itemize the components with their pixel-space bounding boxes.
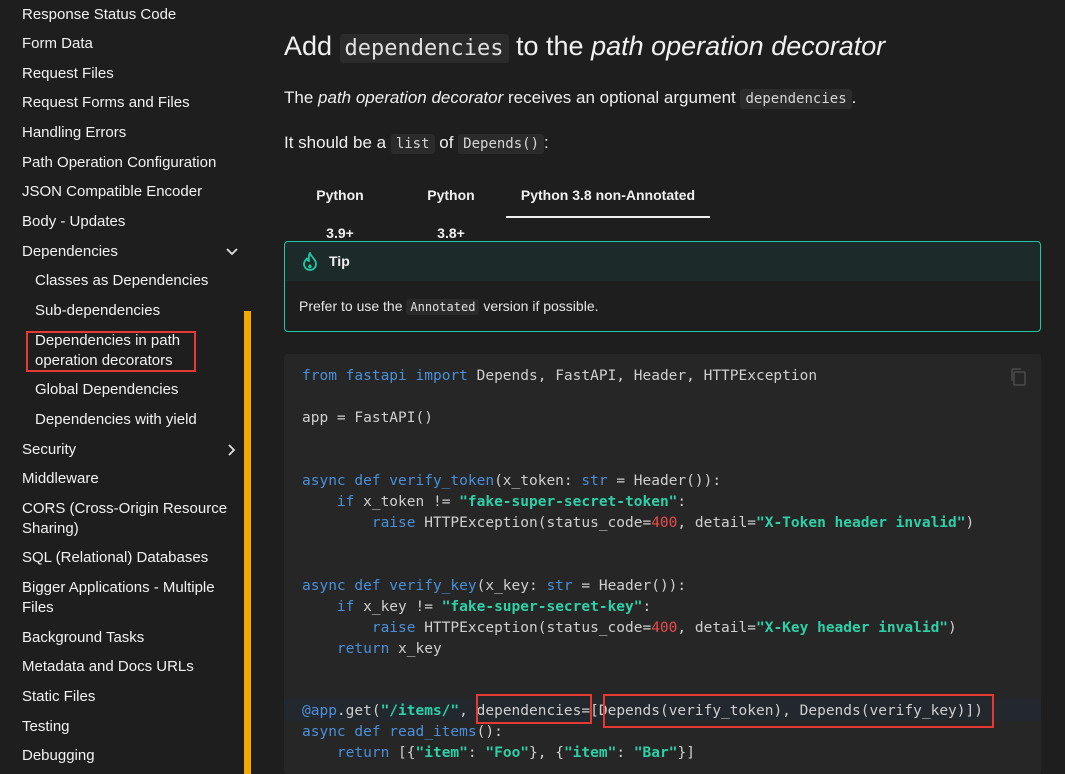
tab-python-3-9[interactable]: Python 3.9+ xyxy=(301,176,379,241)
main-content: Add dependencies to the path operation d… xyxy=(284,0,1041,774)
code-line: async def read_items(): xyxy=(302,724,503,740)
paragraph-description: The path operation decorator receives an… xyxy=(284,88,857,109)
sidebar-item-debugging[interactable]: Debugging xyxy=(22,746,237,766)
code-line: from fastapi import Depends, FastAPI, He… xyxy=(302,368,818,384)
paragraph-list-of-depends: It should be a list of Depends(): xyxy=(284,133,549,154)
code-line: return [{"item": "Foo"}, {"item": "Bar"}… xyxy=(336,745,695,761)
python-version-tabs: Python 3.9+ Python 3.8+ Python 3.8 non-A… xyxy=(284,176,1041,241)
sidebar-nav: Response Status Code Form Data Request F… xyxy=(0,0,252,774)
tip-body: Prefer to use the Annotated version if p… xyxy=(299,298,599,315)
inline-code: dependencies xyxy=(339,34,509,63)
flame-icon xyxy=(301,250,319,272)
sidebar-item-handling-errors[interactable]: Handling Errors xyxy=(22,123,237,143)
chevron-right-icon[interactable] xyxy=(225,440,239,460)
sidebar-scrollbar[interactable] xyxy=(244,311,251,774)
code-line: raise HTTPException(status_code=400, det… xyxy=(371,620,957,636)
tip-title: Tip xyxy=(329,253,350,269)
sidebar-item-request-files[interactable]: Request Files xyxy=(22,64,237,84)
sidebar-item-label: Dependencies xyxy=(22,243,118,260)
sidebar-item-metadata-and-docs-urls[interactable]: Metadata and Docs URLs xyxy=(22,657,237,677)
sidebar-item-sub-dependencies[interactable]: Sub-dependencies xyxy=(35,301,235,321)
code-line-dependencies: @app.get("/items/", dependencies=[Depend… xyxy=(302,703,983,719)
sidebar-item-dependencies[interactable]: Dependencies xyxy=(22,242,239,262)
sidebar-item-dependencies-with-yield[interactable]: Dependencies with yield xyxy=(35,410,235,430)
code-line: if x_token != "fake-super-secret-token": xyxy=(336,494,687,510)
inline-code: list xyxy=(390,134,435,154)
sidebar-item-dependencies-in-path-operation-decorators[interactable]: Dependencies in path operation decorator… xyxy=(35,331,195,371)
tip-header: Tip xyxy=(285,242,1040,281)
sidebar-item-testing[interactable]: Testing xyxy=(22,717,237,737)
code-line: raise HTTPException(status_code=400, det… xyxy=(371,515,975,531)
tab-python-3-8[interactable]: Python 3.8+ xyxy=(412,176,490,241)
sidebar-item-classes-as-dependencies[interactable]: Classes as Dependencies xyxy=(35,271,235,291)
code-line: return x_key xyxy=(336,641,442,657)
copy-icon[interactable] xyxy=(1009,367,1027,387)
inline-code: Depends() xyxy=(458,134,545,154)
code-dependencies-arg: dependencies xyxy=(476,703,582,719)
sidebar-item-body-updates[interactable]: Body - Updates xyxy=(22,212,237,232)
code-line: async def verify_key(x_key: str = Header… xyxy=(302,578,687,594)
sidebar-item-json-compatible-encoder[interactable]: JSON Compatible Encoder xyxy=(22,182,237,202)
sidebar-item-sql-databases[interactable]: SQL (Relational) Databases xyxy=(22,548,237,568)
sidebar-item-global-dependencies[interactable]: Global Dependencies xyxy=(35,380,235,400)
sidebar-item-response-status-code[interactable]: Response Status Code xyxy=(22,5,237,25)
inline-code: dependencies xyxy=(740,89,852,109)
code-line: if x_key != "fake-super-secret-key": xyxy=(336,599,652,615)
sidebar-item-label: Security xyxy=(22,441,77,458)
sidebar-item-static-files[interactable]: Static Files xyxy=(22,687,237,707)
sidebar-item-middleware[interactable]: Middleware xyxy=(22,469,237,489)
inline-code: Annotated xyxy=(406,299,480,315)
code-line: async def verify_token(x_token: str = He… xyxy=(302,473,722,489)
sidebar-item-bigger-applications[interactable]: Bigger Applications - Multiple Files xyxy=(22,578,232,618)
chevron-down-icon[interactable] xyxy=(225,242,239,262)
sidebar-item-path-operation-configuration[interactable]: Path Operation Configuration xyxy=(22,153,237,173)
code-depends-list: Depends(verify_token), Depends(verify_ke… xyxy=(598,703,966,719)
tip-admonition: Tip Prefer to use the Annotated version … xyxy=(284,241,1041,332)
page-title: Add dependencies to the path operation d… xyxy=(284,31,886,63)
code-block: from fastapi import Depends, FastAPI, He… xyxy=(284,354,1041,774)
sidebar-item-request-forms-and-files[interactable]: Request Forms and Files xyxy=(22,93,237,113)
sidebar-item-background-tasks[interactable]: Background Tasks xyxy=(22,628,237,648)
code-line: app = FastAPI() xyxy=(302,410,433,426)
sidebar-item-form-data[interactable]: Form Data xyxy=(22,34,237,54)
sidebar-item-cors[interactable]: CORS (Cross-Origin Resource Sharing) xyxy=(22,499,232,539)
sidebar-item-security[interactable]: Security xyxy=(22,440,237,460)
tab-python-3-8-non-annotated[interactable]: Python 3.8 non-Annotated xyxy=(506,176,710,218)
